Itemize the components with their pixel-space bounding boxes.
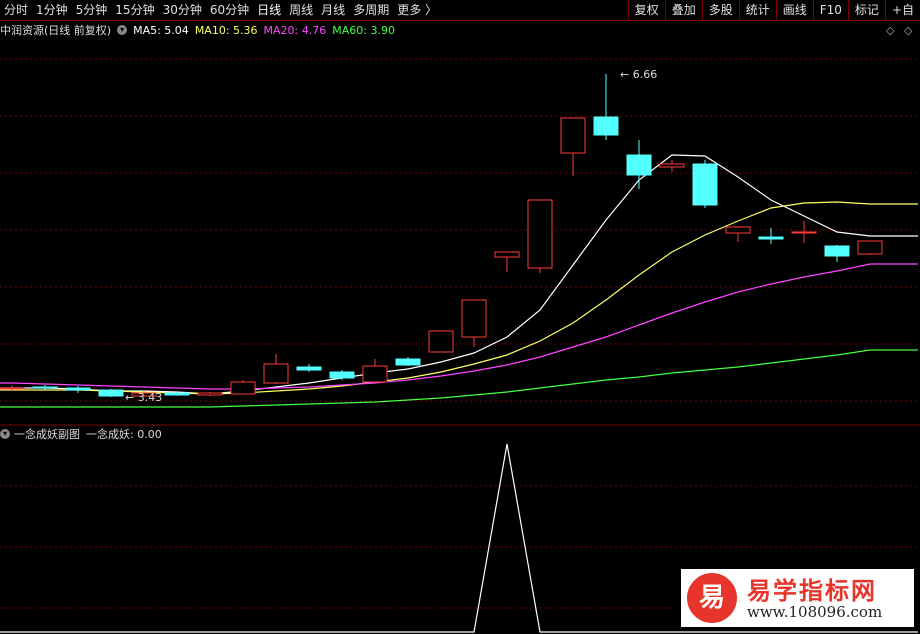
- watermark-logo: 易 易学指标网 www.108096.com: [681, 569, 914, 627]
- candle-body-12: [395, 358, 421, 366]
- candle-body-3: [98, 389, 124, 397]
- candle-body-2: [65, 387, 91, 391]
- candle-15: [494, 251, 520, 272]
- ma-line-MA5: [0, 154, 918, 395]
- candle-body-21: [692, 163, 718, 206]
- candle-17: [560, 117, 586, 176]
- ma-line-MA20: [0, 263, 918, 390]
- logo-badge: 易: [687, 573, 737, 623]
- candle-body-17: [560, 117, 586, 154]
- candle-25: [824, 245, 850, 262]
- candles: [0, 74, 883, 397]
- candle-11: [362, 359, 388, 383]
- candle-body-26: [857, 240, 883, 255]
- candle-23: [758, 228, 784, 244]
- candle-5: [164, 392, 190, 396]
- ma-lines: [0, 154, 918, 408]
- candle-8: [263, 354, 289, 384]
- logo-title: 易学指标网: [747, 577, 877, 605]
- annotation-0: ← 6.66: [620, 68, 657, 81]
- candle-body-11: [362, 365, 388, 383]
- candle-21: [692, 160, 718, 208]
- candle-body-13: [428, 330, 454, 353]
- candle-body-16: [527, 199, 553, 269]
- candle-16: [527, 199, 553, 273]
- candle-body-14: [461, 299, 487, 338]
- candle-7: [230, 380, 256, 395]
- candle-body-23: [758, 236, 784, 240]
- candle-10: [329, 370, 355, 380]
- candle-12: [395, 357, 421, 366]
- candle-body-8: [263, 363, 289, 384]
- candle-body-15: [494, 251, 520, 258]
- candle-body-18: [593, 116, 619, 136]
- candle-13: [428, 330, 454, 353]
- logo-url: www.108096.com: [747, 603, 883, 621]
- candle-body-25: [824, 245, 850, 257]
- candle-body-24: [791, 231, 817, 234]
- ma-line-MA10: [0, 201, 918, 395]
- candle-body-19: [626, 154, 652, 176]
- candle-body-9: [296, 366, 322, 371]
- candle-body-1: [32, 386, 58, 389]
- candle-body-6: [197, 392, 223, 396]
- candle-24: [791, 221, 817, 243]
- candle-body-0: [0, 387, 25, 390]
- annotation-1: ← 3.43: [125, 391, 162, 404]
- candle-body-10: [329, 371, 355, 379]
- candle-body-5: [164, 392, 190, 396]
- candle-14: [461, 299, 487, 347]
- candle-3: [98, 389, 124, 397]
- candle-1: [32, 385, 58, 390]
- candle-body-20: [659, 163, 685, 168]
- candle-body-7: [230, 381, 256, 395]
- candle-body-22: [725, 226, 751, 234]
- grid-lines: [0, 58, 920, 609]
- candle-19: [626, 140, 652, 189]
- candle-26: [857, 240, 883, 255]
- kline-chart[interactable]: ← 6.66 ← 3.43: [0, 0, 920, 634]
- candle-18: [593, 74, 619, 140]
- candle-6: [197, 392, 223, 396]
- candle-9: [296, 364, 322, 372]
- candle-22: [725, 226, 751, 242]
- candle-2: [65, 386, 91, 393]
